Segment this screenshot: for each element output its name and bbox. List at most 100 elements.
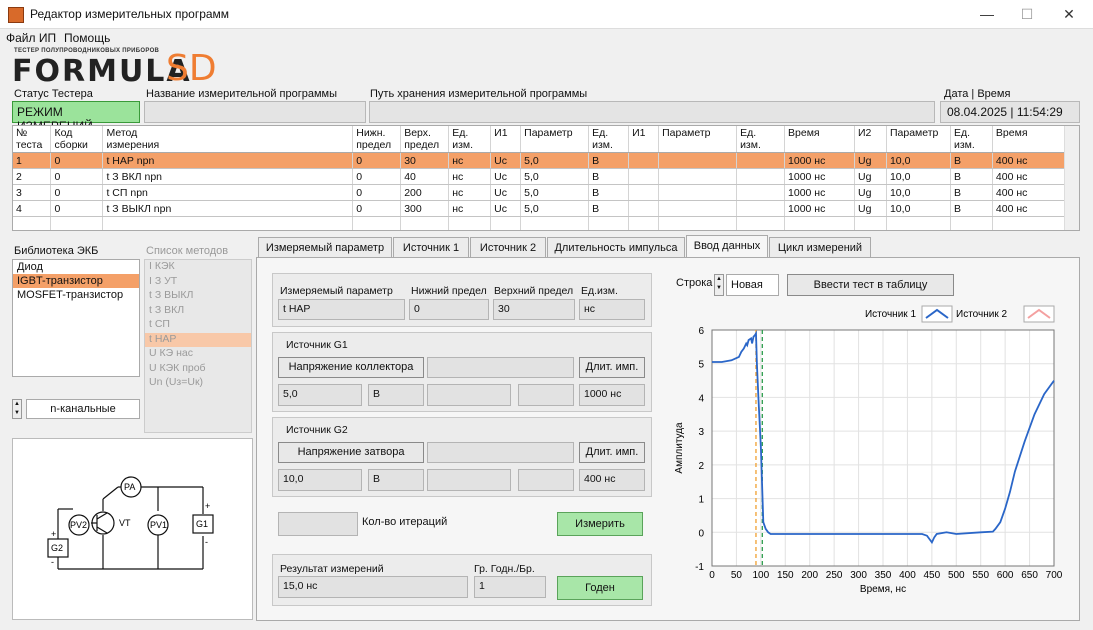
program-name-field[interactable]: [144, 101, 366, 123]
table-cell[interactable]: Ug: [854, 168, 887, 185]
table-cell[interactable]: 1000 нс: [784, 168, 855, 185]
table-cell[interactable]: t З ВЫКЛ npn: [102, 200, 354, 217]
table-cell[interactable]: 400 нс: [992, 152, 1066, 169]
g2-value-field[interactable]: 10,0: [278, 469, 362, 491]
table-cell[interactable]: Uc: [490, 152, 522, 169]
column-header[interactable]: Ед. изм.: [588, 126, 630, 153]
table-cell[interactable]: 400 нс: [992, 200, 1066, 217]
close-button[interactable]: ✕: [1052, 4, 1086, 24]
table-cell[interactable]: [658, 216, 738, 230]
path-field[interactable]: [369, 101, 935, 123]
table-cell[interactable]: В: [588, 184, 630, 201]
g2-duration-button[interactable]: Длит. имп.: [579, 442, 645, 463]
table-cell[interactable]: 3: [13, 184, 52, 201]
table-cell[interactable]: 5,0: [520, 200, 590, 217]
table-cell[interactable]: 10,0: [886, 200, 951, 217]
row-field[interactable]: Новая: [726, 274, 779, 296]
table-cell[interactable]: [658, 184, 738, 201]
tab-measured-param[interactable]: Измеряемый параметр: [258, 237, 392, 258]
g1-mode-field[interactable]: [427, 357, 574, 378]
table-cell[interactable]: нс: [448, 200, 492, 217]
library-list[interactable]: Диод IGBT-транзистор MOSFET-транзистор: [12, 259, 140, 377]
g2-mode-button[interactable]: Напряжение затвора: [278, 442, 424, 463]
table-cell[interactable]: 0: [352, 200, 402, 217]
table-cell[interactable]: Uc: [490, 168, 522, 185]
table-cell[interactable]: [736, 216, 786, 230]
column-header[interactable]: Код сборки: [50, 126, 104, 153]
table-cell[interactable]: 5,0: [520, 184, 590, 201]
column-header[interactable]: Параметр: [886, 126, 951, 153]
table-cell[interactable]: [588, 216, 630, 230]
table-cell[interactable]: 300: [400, 200, 450, 217]
menu-help[interactable]: Помощь: [64, 31, 110, 45]
table-scrollbar[interactable]: [1064, 126, 1079, 230]
table-cell[interactable]: 0: [352, 168, 402, 185]
column-header[interactable]: Параметр: [520, 126, 590, 153]
table-cell[interactable]: [628, 152, 660, 169]
table-cell[interactable]: В: [588, 168, 630, 185]
tab-pulse-duration[interactable]: Длительность импульса: [547, 237, 685, 258]
row-spinner[interactable]: ▲ ▼: [714, 274, 724, 296]
list-item[interactable]: MOSFET-транзистор: [13, 288, 139, 302]
enter-test-button[interactable]: Ввести тест в таблицу: [787, 274, 954, 296]
column-header[interactable]: И1: [628, 126, 660, 153]
param-field[interactable]: t НАР: [278, 299, 405, 320]
table-cell[interactable]: [628, 216, 660, 230]
column-header[interactable]: Верх. предел: [400, 126, 450, 153]
table-cell[interactable]: [658, 168, 738, 185]
table-cell[interactable]: 1000 нс: [784, 152, 855, 169]
list-item[interactable]: IGBT-транзистор: [13, 274, 139, 288]
table-cell[interactable]: 400 нс: [992, 168, 1066, 185]
table-cell[interactable]: 5,0: [520, 168, 590, 185]
g1-mode-button[interactable]: Напряжение коллектора: [278, 357, 424, 378]
table-cell[interactable]: [658, 200, 738, 217]
table-cell[interactable]: 1: [13, 152, 52, 169]
table-cell[interactable]: [102, 216, 354, 230]
table-cell[interactable]: 40: [400, 168, 450, 185]
table-cell[interactable]: [490, 216, 522, 230]
table-row-empty[interactable]: [13, 216, 1066, 230]
tab-source-2[interactable]: Источник 2: [470, 237, 546, 258]
table-row[interactable]: 30t СП npn 0 200 нс Uc 5,0 В 1000 нс Ug 10,0 В 400 …: [13, 184, 1066, 201]
measure-button[interactable]: Измерить: [557, 512, 643, 536]
table-cell[interactable]: нс: [448, 184, 492, 201]
menu-file[interactable]: Файл ИП: [6, 31, 56, 45]
table-cell[interactable]: Uc: [490, 184, 522, 201]
table-cell[interactable]: [658, 152, 738, 169]
table-cell[interactable]: 10,0: [886, 168, 951, 185]
table-cell[interactable]: 2: [13, 168, 52, 185]
table-cell[interactable]: [784, 216, 855, 230]
table-cell[interactable]: [628, 168, 660, 185]
table-cell[interactable]: [13, 216, 52, 230]
column-header[interactable]: № теста: [13, 126, 52, 153]
tab-measure-cycle[interactable]: Цикл измерений: [769, 237, 871, 258]
table-cell[interactable]: [992, 216, 1066, 230]
table-cell[interactable]: t З ВКЛ npn: [102, 168, 354, 185]
table-cell[interactable]: В: [950, 152, 993, 169]
table-cell[interactable]: 1000 нс: [784, 184, 855, 201]
column-header[interactable]: Параметр: [658, 126, 738, 153]
column-header[interactable]: Время: [784, 126, 855, 153]
g1-duration-button[interactable]: Длит. имп.: [579, 357, 645, 378]
table-cell[interactable]: 400 нс: [992, 184, 1066, 201]
table-cell[interactable]: t НАР npn: [102, 152, 354, 169]
table-cell[interactable]: [736, 152, 786, 169]
table-cell[interactable]: [736, 168, 786, 185]
column-header[interactable]: Ед. изм.: [736, 126, 786, 153]
table-cell[interactable]: [950, 216, 993, 230]
high-limit-field[interactable]: 30: [493, 299, 575, 320]
channel-spinner[interactable]: ▲ ▼: [12, 399, 22, 419]
table-cell[interactable]: [628, 184, 660, 201]
column-header[interactable]: И2: [854, 126, 887, 153]
channel-field[interactable]: n-канальные: [26, 399, 140, 419]
table-cell[interactable]: В: [588, 200, 630, 217]
table-cell[interactable]: В: [950, 184, 993, 201]
low-limit-field[interactable]: 0: [409, 299, 489, 320]
table-cell[interactable]: В: [950, 168, 993, 185]
table-cell[interactable]: 0: [50, 200, 104, 217]
table-cell[interactable]: В: [950, 200, 993, 217]
minimize-button[interactable]: —: [970, 4, 1004, 24]
table-cell[interactable]: [628, 200, 660, 217]
table-cell[interactable]: t СП npn: [102, 184, 354, 201]
table-row[interactable]: 10t НАР npn 0 30 нс Uc 5,0 В 1000 нс Ug 10,0 В 400 …: [13, 152, 1066, 169]
